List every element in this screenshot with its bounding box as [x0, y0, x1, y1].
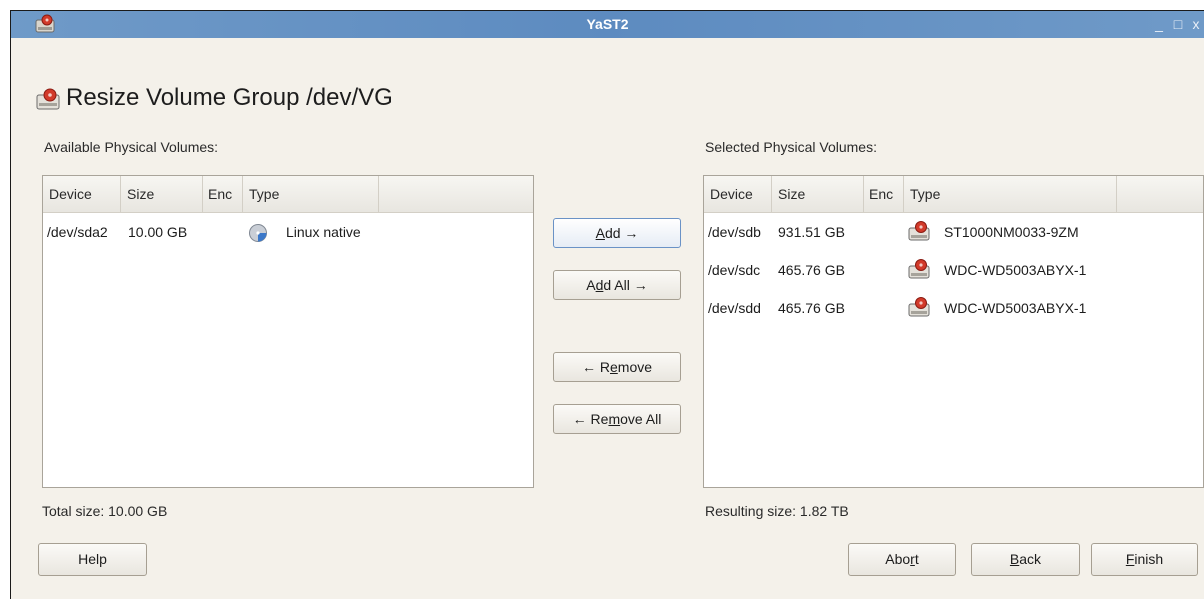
harddisk-icon: [908, 297, 930, 317]
table-header: Device Size Enc Type: [704, 176, 1203, 213]
size-cell: 465.76 GB: [778, 300, 845, 316]
device-cell: /dev/sdc: [708, 262, 761, 278]
remove-button[interactable]: ← Remove: [553, 352, 681, 382]
title-bar[interactable]: YaST2 _ □ x: [11, 11, 1204, 38]
maximize-button[interactable]: □: [1170, 15, 1186, 33]
type-cell: WDC-WD5003ABYX-1: [944, 262, 1087, 278]
available-volumes-table[interactable]: Device Size Enc Type /dev/sda2 10.00 GB …: [42, 175, 534, 488]
add-all-button[interactable]: Add All →: [553, 270, 681, 300]
column-enc[interactable]: Enc: [864, 176, 904, 212]
column-size[interactable]: Size: [772, 176, 864, 212]
resulting-size-label: Resulting size: 1.82 TB: [705, 503, 849, 519]
remove-all-button[interactable]: ← Remove All: [553, 404, 681, 434]
column-device[interactable]: Device: [704, 176, 772, 212]
device-cell: /dev/sdb: [708, 224, 761, 240]
type-cell: WDC-WD5003ABYX-1: [944, 300, 1087, 316]
device-cell: /dev/sda2: [47, 224, 108, 240]
page-title: Resize Volume Group /dev/VG: [66, 84, 393, 111]
partition-icon: [249, 224, 267, 242]
column-device[interactable]: Device: [43, 176, 121, 212]
add-button[interactable]: Add →: [553, 218, 681, 248]
window-title: YaST2: [586, 16, 629, 32]
selected-volumes-table[interactable]: Device Size Enc Type /dev/sdb 931.51 GB …: [703, 175, 1204, 488]
column-type[interactable]: Type: [904, 176, 1117, 212]
type-cell: Linux native: [286, 224, 361, 240]
column-type[interactable]: Type: [243, 176, 379, 212]
harddisk-icon: [908, 221, 930, 241]
back-button[interactable]: Back: [971, 543, 1080, 576]
finish-button[interactable]: Finish: [1091, 543, 1198, 576]
column-enc[interactable]: Enc: [203, 176, 243, 212]
close-button[interactable]: x: [1188, 15, 1204, 33]
harddisk-icon: [36, 88, 60, 110]
available-volumes-label: Available Physical Volumes:: [44, 139, 219, 155]
harddisk-icon: [908, 259, 930, 279]
table-header: Device Size Enc Type: [43, 176, 533, 213]
minimize-button[interactable]: _: [1151, 15, 1167, 33]
total-size-label: Total size: 10.00 GB: [42, 503, 168, 519]
selected-volumes-label: Selected Physical Volumes:: [705, 139, 877, 155]
size-cell: 10.00 GB: [128, 224, 188, 240]
type-cell: ST1000NM0033-9ZM: [944, 224, 1079, 240]
column-size[interactable]: Size: [121, 176, 203, 212]
device-cell: /dev/sdd: [708, 300, 761, 316]
size-cell: 465.76 GB: [778, 262, 845, 278]
help-button[interactable]: Help: [38, 543, 147, 576]
size-cell: 931.51 GB: [778, 224, 845, 240]
abort-button[interactable]: Abort: [848, 543, 956, 576]
